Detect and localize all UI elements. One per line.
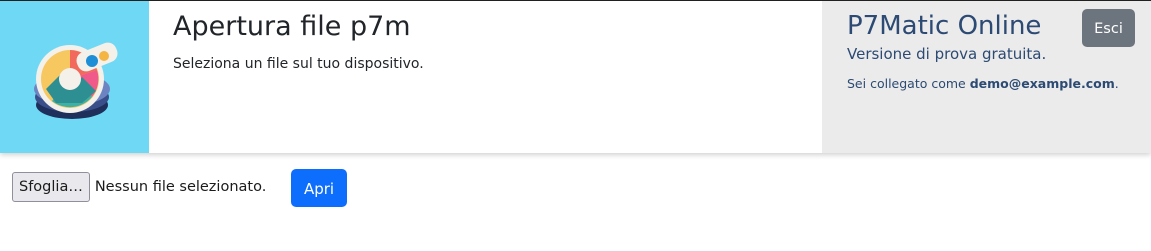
login-user: demo@example.com (969, 76, 1115, 91)
logout-button[interactable]: Esci (1082, 9, 1135, 47)
login-prefix: Sei collegato come (847, 76, 966, 91)
account-panel: P7Matic Online Versione di prova gratuit… (822, 1, 1151, 153)
app-version: Versione di prova gratuita. (847, 45, 1047, 63)
header-main: Apertura file p7m Seleziona un file sul … (149, 1, 822, 153)
login-status: Sei collegato come demo@example.com. (847, 76, 1119, 91)
file-picker: Sfoglia… Nessun file selezionato. (12, 172, 266, 202)
p7matic-logo-icon (34, 42, 118, 119)
browse-button[interactable]: Sfoglia… (12, 172, 90, 202)
open-button[interactable]: Apri (291, 169, 347, 207)
app-name: P7Matic Online (847, 11, 1042, 41)
login-suffix: . (1114, 76, 1119, 91)
page-subtitle: Seleziona un file sul tuo dispositivo. (173, 56, 424, 72)
logo-panel (0, 1, 149, 153)
page-title: Apertura file p7m (173, 11, 411, 42)
page-header: Apertura file p7m Seleziona un file sul … (0, 1, 1151, 153)
file-status: Nessun file selezionato. (94, 179, 267, 195)
